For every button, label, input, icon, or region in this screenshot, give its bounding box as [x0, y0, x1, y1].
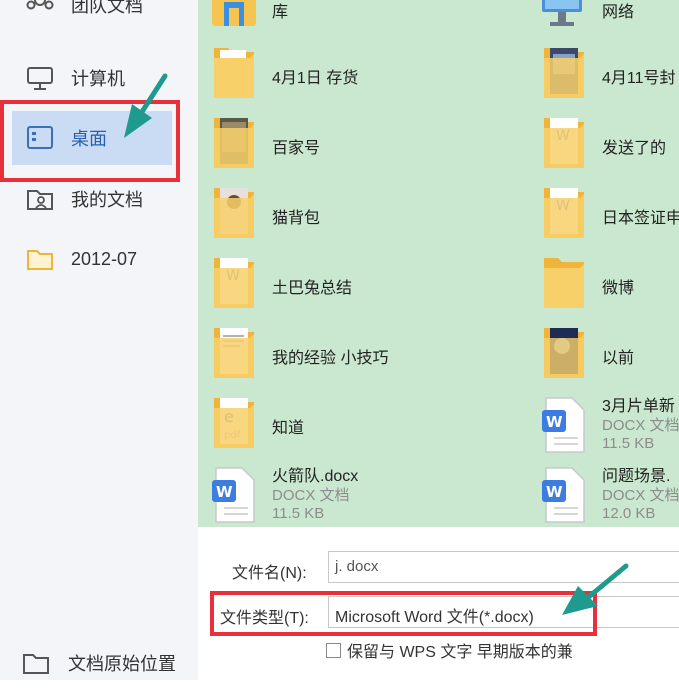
- filename-input[interactable]: j. docx: [328, 551, 679, 583]
- sidebar-item-label: 桌面: [71, 129, 107, 149]
- file-size: 11.5 KB: [272, 505, 325, 522]
- team-icon: [26, 0, 54, 10]
- svg-text:W: W: [546, 413, 563, 431]
- file-name: 知道: [272, 420, 305, 437]
- filename-label: 文件名(N):: [232, 565, 307, 582]
- original-location-button[interactable]: 文档原始位置: [0, 638, 198, 688]
- network-icon: [542, 0, 582, 26]
- file-name: 网络: [602, 4, 635, 21]
- file-type: DOCX 文档: [272, 487, 350, 504]
- file-name: 4月11号封: [602, 70, 676, 87]
- sidebar-item-team-docs[interactable]: 团队文档: [0, 0, 198, 30]
- file-item[interactable]: 4月11号封: [540, 44, 679, 108]
- sidebar-item-label: 计算机: [71, 69, 125, 89]
- file-type: DOCX 文档: [602, 417, 679, 434]
- file-type: DOCX 文档: [602, 487, 679, 504]
- folder-icon: [214, 48, 254, 98]
- file-name: 微博: [602, 280, 635, 297]
- library-folder-icon: [212, 0, 256, 26]
- save-form: 文件名(N): j. docx 文件类型(T): Microsoft Word …: [198, 527, 679, 680]
- file-name: 问题场景.: [602, 468, 671, 485]
- sidebar-item-label: 我的文档: [71, 190, 143, 210]
- original-location-label: 文档原始位置: [68, 654, 176, 674]
- file-size: 11.5 KB: [602, 435, 655, 452]
- desktop-icon: [27, 126, 53, 149]
- file-item[interactable]: 猫背包: [210, 184, 540, 248]
- word-document-icon: W: [212, 467, 255, 523]
- folder-outline-icon: [23, 654, 49, 674]
- file-item[interactable]: W 3月片单新 DOCX 文档 11.5 KB: [540, 396, 679, 460]
- folder-icon: W: [544, 118, 584, 168]
- folder-icon: [214, 188, 254, 238]
- file-item[interactable]: W 日本签证申: [540, 184, 679, 248]
- monitor-icon: [27, 67, 53, 90]
- file-item[interactable]: 微博: [540, 254, 679, 318]
- file-name: 猫背包: [272, 210, 321, 227]
- compat-checkbox[interactable]: [326, 642, 341, 658]
- folder-icon: e pdf: [214, 398, 254, 448]
- file-item[interactable]: W 土巴兔总结: [210, 254, 540, 318]
- compat-checkbox-row[interactable]: 保留与 WPS 文字 早期版本的兼: [326, 638, 573, 662]
- filetype-label: 文件类型(T):: [220, 610, 309, 627]
- file-item[interactable]: 百家号: [210, 114, 540, 178]
- file-item[interactable]: 库: [210, 0, 540, 42]
- sidebar-item-my-documents[interactable]: 我的文档: [0, 174, 198, 224]
- svg-text:W: W: [216, 483, 233, 501]
- file-size: 12.0 KB: [602, 505, 656, 522]
- folder-icon: [544, 48, 584, 98]
- sidebar-item-desktop[interactable]: 桌面: [12, 111, 172, 165]
- svg-text:W: W: [546, 483, 563, 501]
- file-name: 我的经验 小技巧: [272, 350, 389, 367]
- file-name: 库: [272, 4, 289, 21]
- folder-icon: [214, 118, 254, 168]
- file-name: 发送了的: [602, 140, 667, 157]
- file-item[interactable]: W 发送了的: [540, 114, 679, 178]
- file-name: 土巴兔总结: [272, 280, 353, 297]
- folder-icon: [27, 250, 53, 270]
- file-name: 4月1日 存货: [272, 70, 359, 87]
- folder-icon: [544, 258, 584, 308]
- sidebar-item-computer[interactable]: 计算机: [0, 53, 198, 103]
- file-item[interactable]: 4月1日 存货: [210, 44, 540, 108]
- compat-checkbox-label: 保留与 WPS 文字 早期版本的兼: [347, 644, 573, 661]
- file-item[interactable]: 网络: [540, 0, 679, 42]
- user-folder-icon: [27, 190, 53, 210]
- folder-icon: [214, 328, 254, 378]
- file-name: 日本签证申: [602, 210, 679, 227]
- sidebar-item-label: 团队文档: [71, 0, 143, 16]
- file-name: 3月片单新: [602, 398, 675, 415]
- folder-icon: W: [214, 258, 254, 308]
- file-item[interactable]: 我的经验 小技巧: [210, 324, 540, 388]
- sidebar-item-label: 2012-07: [71, 248, 138, 269]
- file-item[interactable]: W 火箭队.docx DOCX 文档 11.5 KB: [210, 466, 540, 527]
- word-document-icon: W: [542, 467, 585, 523]
- sidebar: 团队文档 计算机 桌面 我的文档 2012-07 文档原始位置: [0, 0, 198, 680]
- word-document-icon: W: [542, 397, 585, 453]
- file-item[interactable]: 以前: [540, 324, 679, 388]
- filetype-select[interactable]: Microsoft Word 文件(*.docx): [328, 596, 679, 628]
- file-name: 火箭队.docx: [272, 468, 359, 485]
- file-item[interactable]: W 问题场景. DOCX 文档 12.0 KB: [540, 466, 679, 527]
- file-item[interactable]: e pdf 知道: [210, 394, 540, 458]
- file-name: 以前: [602, 350, 635, 367]
- folder-icon: W: [544, 188, 584, 238]
- file-name: 百家号: [272, 140, 321, 157]
- folder-icon: [544, 328, 584, 378]
- sidebar-item-2012-07[interactable]: 2012-07: [0, 234, 198, 284]
- file-grid: 库 网络 4月1日 存货 4月11号封 百家号 发送了的 猫背包 日本签证申 土…: [198, 0, 679, 527]
